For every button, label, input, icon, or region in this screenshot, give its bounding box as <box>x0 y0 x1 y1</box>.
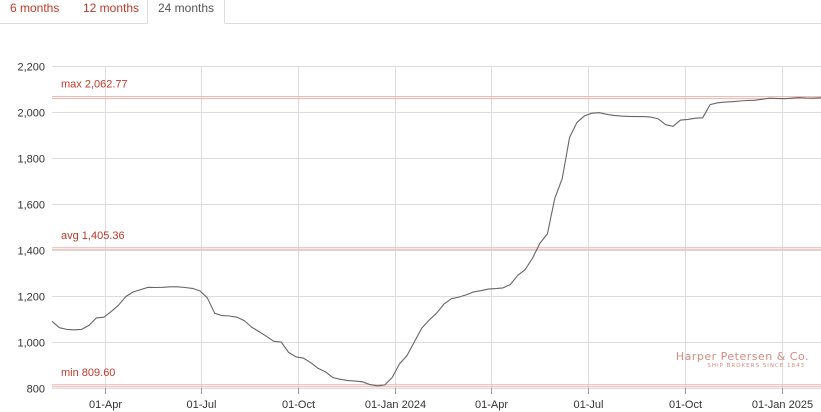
y-tick-label: 1,400 <box>17 246 45 258</box>
x-tick-label: 01-Jan 2024 <box>365 399 426 411</box>
x-tick-label: 01-Apr <box>89 399 122 411</box>
reference-label: avg 1,405.36 <box>61 230 125 242</box>
brand-watermark: Harper Petersen & Co. SHIP BROKERS SINCE… <box>676 350 809 369</box>
reference-lines: max 2,062.77 avg 1,405.36 min 809.60 <box>52 79 821 388</box>
y-tick-label: 2,200 <box>17 62 45 74</box>
y-tick-label: 1,200 <box>17 292 45 304</box>
y-axis: 800 1,000 1,200 1,400 1,600 1,800 2,000 2,200 <box>17 62 45 396</box>
y-tick-label: 1,600 <box>17 200 45 212</box>
watermark-tagline: SHIP BROKERS SINCE 1843 <box>707 363 805 369</box>
x-axis: 01-Apr 01-Jul 01-Oct 01-Jan 2024 01-Apr 01-Ju… <box>89 388 813 411</box>
y-tick-label: 800 <box>27 384 45 396</box>
x-tick-label: 01-Oct <box>282 399 315 411</box>
x-tick-label: 01-Jan 2025 <box>752 399 813 411</box>
x-tick-label: 01-Oct <box>669 399 702 411</box>
grid-lines <box>52 66 821 389</box>
chart-svg: 800 1,000 1,200 1,400 1,600 1,800 2,000 2,200 0… <box>17 62 821 411</box>
y-tick-label: 1,800 <box>17 154 45 166</box>
reference-label: min 809.60 <box>61 367 115 379</box>
x-tick-label: 01-Jul <box>187 399 217 411</box>
y-tick-label: 2,000 <box>17 108 45 120</box>
watermark-name: Harper Petersen & Co. <box>676 350 809 363</box>
reference-label: max 2,062.77 <box>61 79 128 91</box>
y-tick-label: 1,000 <box>17 338 45 350</box>
x-tick-label: 01-Apr <box>475 399 508 411</box>
x-tick-label: 01-Jul <box>574 399 604 411</box>
